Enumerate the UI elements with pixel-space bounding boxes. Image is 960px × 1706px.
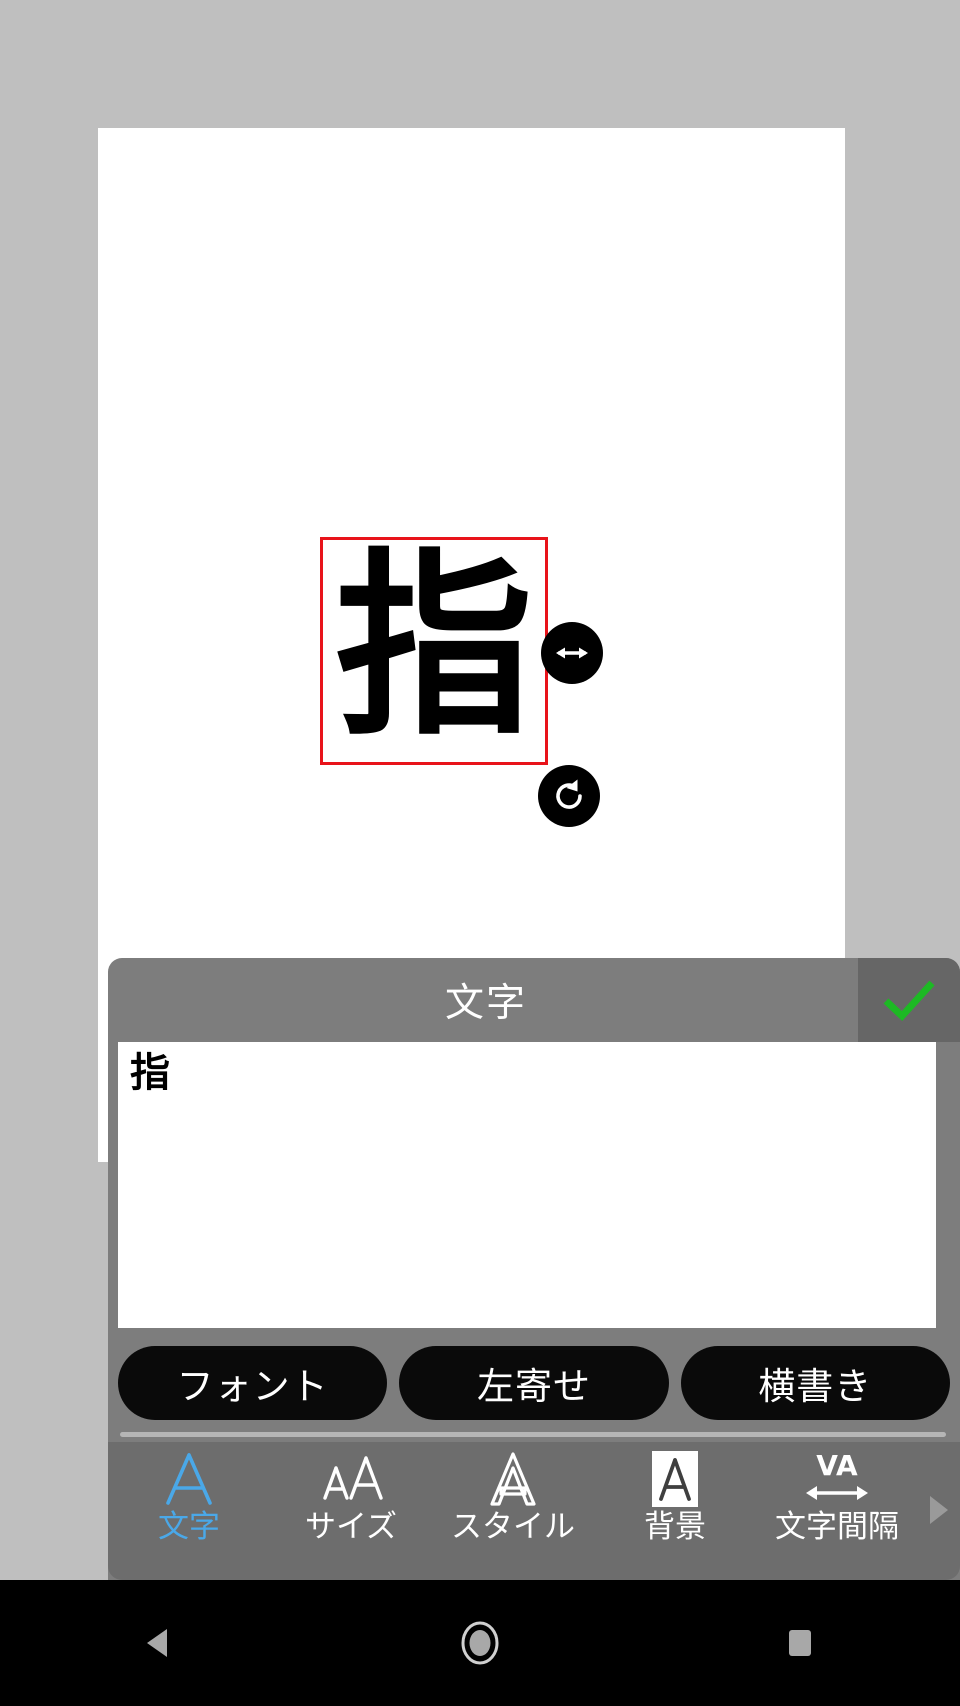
confirm-button[interactable] — [858, 958, 960, 1042]
text-editing-panel: 文字 フォント 左寄せ 横書き — [108, 958, 960, 1580]
letter-a-outline-icon — [162, 1448, 216, 1510]
letter-a-on-box-icon — [650, 1448, 700, 1510]
recents-button[interactable] — [640, 1621, 960, 1665]
tab-text[interactable]: 文字 — [108, 1448, 270, 1543]
writing-direction-button[interactable]: 横書き — [680, 1346, 950, 1420]
triangle-left-icon — [147, 1629, 167, 1657]
resize-handle[interactable] — [541, 622, 603, 684]
home-button[interactable] — [320, 1615, 640, 1671]
tab-bar: 文字 サイズ スタイル 背景 VA 文字間隔 — [108, 1442, 960, 1580]
circle-icon — [461, 1621, 499, 1665]
tab-letter-spacing[interactable]: VA 文字間隔 — [756, 1448, 918, 1543]
text-input[interactable] — [118, 1042, 936, 1328]
text-object-glyph: 指 — [335, 531, 533, 762]
text-option-buttons: フォント 左寄せ 横書き — [108, 1340, 960, 1426]
panel-title: 文字 — [444, 981, 527, 1026]
tab-label: 文字 — [158, 1509, 220, 1545]
letter-a-hollow-icon — [486, 1448, 540, 1510]
checkmark-icon — [883, 980, 935, 1021]
rotate-handle[interactable] — [538, 765, 600, 827]
triangle-right-icon — [930, 1496, 948, 1524]
tab-label: スタイル — [451, 1509, 575, 1545]
tab-label: サイズ — [304, 1509, 398, 1545]
tab-label: 背景 — [644, 1509, 706, 1545]
rotate-counterclockwise-icon — [556, 779, 582, 809]
selected-text-object[interactable]: 指 — [320, 537, 548, 765]
back-button[interactable] — [0, 1619, 320, 1667]
panel-divider — [120, 1432, 946, 1437]
text-input-container[interactable] — [118, 1042, 936, 1328]
tab-background[interactable]: 背景 — [594, 1448, 756, 1543]
align-button[interactable]: 左寄せ — [399, 1346, 669, 1420]
horizontal-arrows-icon — [556, 647, 588, 659]
panel-header: 文字 — [108, 958, 960, 1042]
tab-size[interactable]: サイズ — [270, 1448, 432, 1543]
size-aa-icon — [314, 1448, 388, 1510]
square-icon — [789, 1630, 811, 1656]
tab-scroll-right[interactable] — [918, 1493, 960, 1527]
svg-text:VA: VA — [816, 1449, 858, 1482]
tab-style[interactable]: スタイル — [432, 1448, 594, 1543]
tab-label: 文字間隔 — [775, 1509, 899, 1545]
letter-spacing-va-icon: VA — [796, 1448, 878, 1510]
app-screen: 指 文字 指 フォント 左寄せ 横書き 文字 サイズ スタイル 背景 VA 文字… — [0, 0, 960, 1706]
android-nav-bar — [0, 1580, 960, 1706]
font-button[interactable]: フォント — [118, 1346, 388, 1420]
editor-area: 指 文字 指 フォント 左寄せ 横書き 文字 サイズ スタイル 背景 VA 文字… — [0, 0, 960, 1580]
